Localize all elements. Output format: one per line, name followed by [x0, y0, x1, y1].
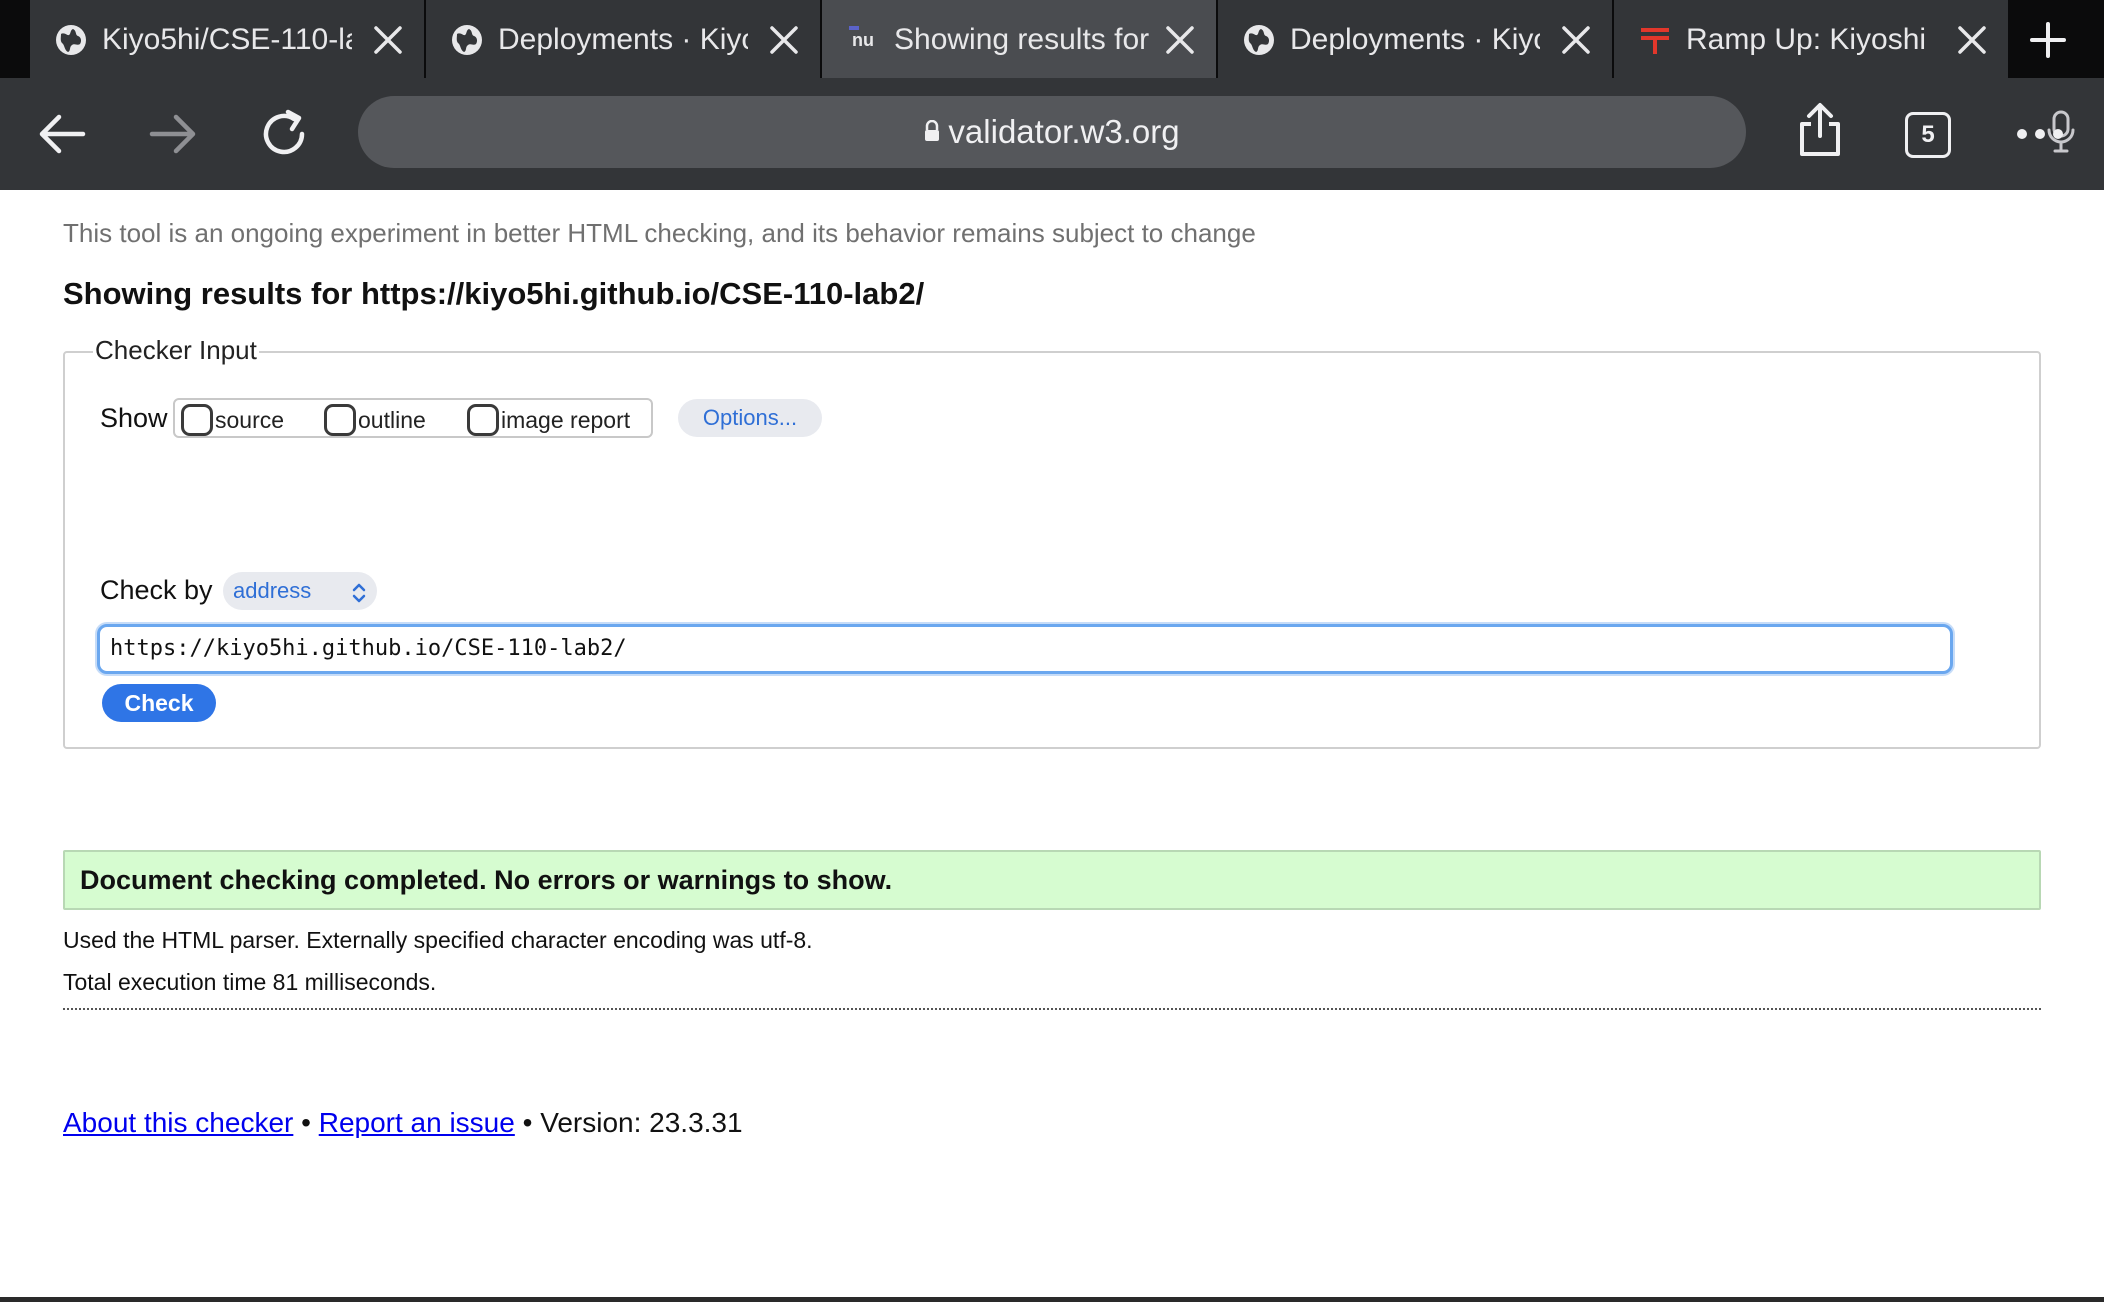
close-icon[interactable] — [372, 24, 404, 56]
check-by-select[interactable]: address — [223, 572, 377, 610]
parser-info: Used the HTML parser. Externally specifi… — [63, 927, 813, 953]
footer-separator: • — [522, 1107, 533, 1138]
nu-icon: nu — [846, 23, 880, 57]
close-icon[interactable] — [1164, 24, 1196, 56]
nu-favicon-text: nu — [852, 30, 874, 50]
show-label: Show — [100, 403, 168, 433]
success-message: Document checking completed. No errors o… — [63, 850, 2041, 910]
close-icon[interactable] — [768, 24, 800, 56]
checker-input-legend: Checker Input — [93, 335, 259, 366]
address-bar[interactable]: validator.w3.org — [358, 96, 2075, 168]
about-checker-link[interactable]: About this checker — [63, 1107, 293, 1138]
tab-3-active[interactable]: nu Showing results for — [822, 0, 1216, 78]
checkbox-label: outline — [358, 406, 426, 433]
globe-icon — [54, 23, 88, 57]
close-icon[interactable] — [1560, 24, 1592, 56]
tab-title: Deployments · Kiyo5hi — [1290, 23, 1540, 56]
address-input[interactable]: https://kiyo5hi.github.io/CSE-110-lab2/ — [97, 624, 1953, 674]
close-icon[interactable] — [1956, 24, 1988, 56]
chevron-updown-icon — [351, 579, 367, 617]
report-issue-link[interactable]: Report an issue — [319, 1107, 515, 1138]
dotted-divider — [63, 1008, 2041, 1010]
more-menu-icon[interactable] — [2010, 106, 2070, 162]
reload-icon[interactable] — [254, 106, 314, 162]
lock-icon — [924, 95, 940, 167]
browser-toolbar: validator.w3.org 5 — [0, 78, 2104, 190]
tab-2[interactable]: Deployments · Kiyo5hi — [426, 0, 820, 78]
tab-title: Ramp Up: Kiyoshi — [1686, 23, 1927, 56]
check-by-value: address — [233, 578, 312, 603]
globe-icon — [1242, 23, 1276, 57]
new-tab-icon[interactable] — [2028, 20, 2068, 60]
forward-arrow-icon[interactable] — [143, 106, 203, 162]
checker-input-fieldset: Checker Input Show source outline image … — [63, 335, 2041, 749]
url-text: validator.w3.org — [948, 113, 1180, 150]
bottom-edge — [0, 1297, 2104, 1302]
tab-5[interactable]: Ramp Up: Kiyoshi — [1614, 0, 2008, 78]
ramp-icon — [1638, 23, 1672, 57]
checkbox-box[interactable] — [467, 404, 499, 436]
check-button[interactable]: Check — [102, 684, 216, 722]
globe-icon — [450, 23, 484, 57]
tab-4[interactable]: Deployments · Kiyo5hi — [1218, 0, 1612, 78]
experiment-notice: This tool is an ongoing experiment in be… — [63, 218, 1256, 248]
tab-strip: Kiyo5hi/CSE-110-lab2 Deployments · Kiyo5… — [0, 0, 2104, 78]
footer-separator: • — [301, 1107, 311, 1138]
page-content: This tool is an ongoing experiment in be… — [0, 190, 2104, 1302]
tab-1[interactable]: Kiyo5hi/CSE-110-lab2 — [30, 0, 424, 78]
results-heading: Showing results for https://kiyo5hi.gith… — [63, 276, 925, 311]
share-icon[interactable] — [1790, 102, 1850, 158]
show-options-group: source outline image report — [173, 398, 653, 438]
tab-title: Showing results for — [894, 23, 1150, 56]
checkbox-label: source — [215, 406, 285, 433]
checkbox-box[interactable] — [324, 404, 356, 436]
tab-count-button[interactable]: 5 — [1905, 112, 1951, 158]
back-arrow-icon[interactable] — [32, 106, 92, 162]
check-by-label: Check by — [100, 575, 213, 605]
execution-time: Total execution time 81 milliseconds. — [63, 969, 437, 995]
url-display: validator.w3.org — [358, 96, 1746, 168]
checkbox-label: image report — [501, 406, 631, 433]
tab-title: Kiyo5hi/CSE-110-lab2 — [102, 23, 352, 56]
version-text: Version: 23.3.31 — [540, 1107, 743, 1138]
source-checkbox[interactable]: source — [181, 400, 284, 440]
image-report-checkbox[interactable]: image report — [467, 400, 630, 440]
options-button[interactable]: Options... — [678, 399, 822, 437]
footer: About this checker • Report an issue • V… — [63, 1107, 743, 1139]
outline-checkbox[interactable]: outline — [324, 400, 426, 440]
tab-title: Deployments · Kiyo5hi — [498, 23, 748, 56]
checkbox-box[interactable] — [181, 404, 213, 436]
